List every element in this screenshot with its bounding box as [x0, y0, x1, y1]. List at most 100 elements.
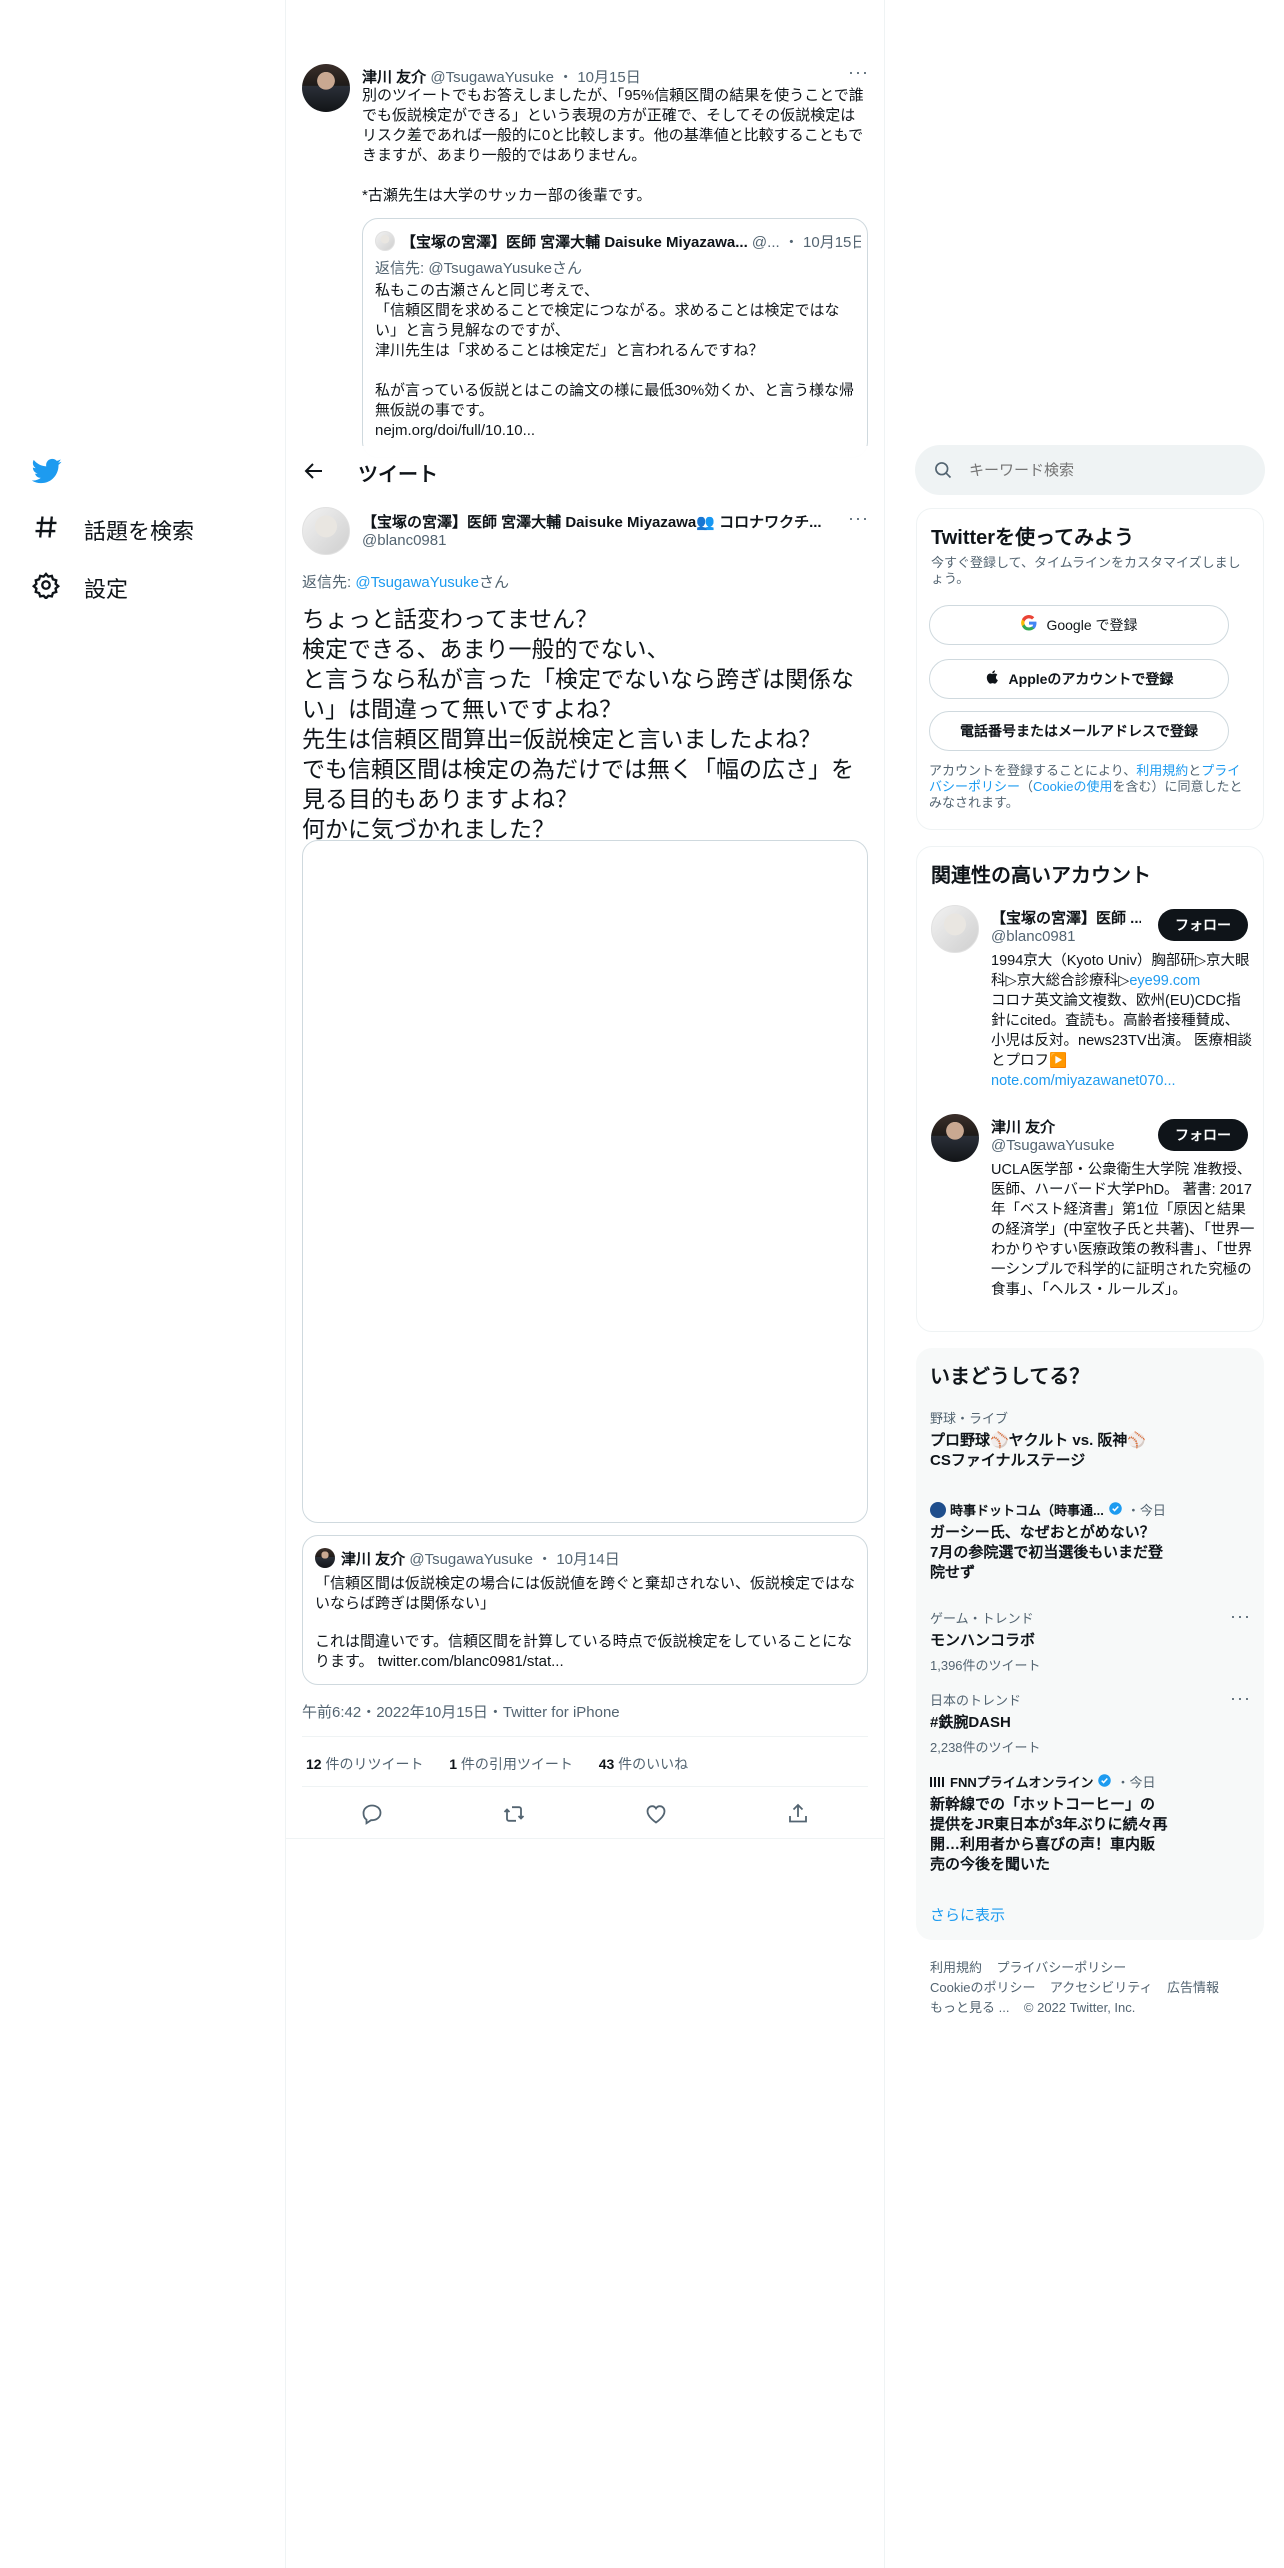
nav-item-label: 設定	[84, 577, 129, 602]
account-handle[interactable]: @TsugawaYusuke	[991, 1137, 1115, 1154]
retweet-icon[interactable]	[502, 1802, 526, 1826]
trend-item[interactable]: 野球・ライブ プロ野球⚾ヤクルト vs. 阪神⚾ CSファイナルステージ	[930, 1408, 1250, 1471]
author-name[interactable]: 津川 友介	[362, 69, 426, 86]
retweet-count[interactable]: 12 件のリツイート	[306, 1756, 423, 1772]
footer-more-link[interactable]: もっと見る ...	[930, 2000, 1009, 2015]
nav-item-settings[interactable]: 設定	[31, 568, 129, 608]
account-name[interactable]: 津川 友介	[991, 1116, 1055, 1137]
footer-link[interactable]: プライバシーポリシー	[996, 1960, 1126, 1975]
trend-item[interactable]: FNNプライムオンライン ・今日 新幹線での「ホットコーヒー」の 提供をJR東日…	[930, 1772, 1250, 1875]
more-icon[interactable]: ···	[1230, 1606, 1251, 1627]
bio-text: 1994京大（Kyoto Univ）胸部研▷京大眼科▷京大総合診療科▷	[991, 953, 1250, 989]
tweet-date[interactable]: 10月15日	[577, 69, 640, 86]
quote-text: 「信頼区間は仮説検定の場合には仮説値を跨ぐと棄却されない、仮説検定ではないならば…	[315, 1575, 856, 1612]
reply-to-handle[interactable]: @TsugawaYusuke	[355, 574, 479, 591]
quote-count[interactable]: 1 件の引用ツイート	[449, 1756, 573, 1772]
signup-terms: アカウントを登録することにより、利用規約とプライバシーポリシー（Cookieの使…	[929, 763, 1251, 811]
like-icon[interactable]	[644, 1802, 668, 1826]
more-icon[interactable]: ···	[848, 62, 869, 83]
author-name[interactable]: 【宝塚の宮澤】医師 宮澤大輔 Daisuke Miyazawa👥 コロナワクチ.…	[362, 511, 822, 532]
separator-dot: ・	[537, 1551, 553, 1568]
trend-source: FNNプライムオンライン ・今日	[930, 1772, 1250, 1791]
news-logo-icon	[930, 1776, 946, 1787]
quote-text: 私もこの古瀬さんと同じ考えで、 「信頼区間を求めることで検定につながる。求めるこ…	[375, 282, 840, 359]
apple-icon	[985, 669, 1001, 689]
trend-count: 2,238件のツイート	[930, 1740, 1041, 1755]
stat-number: 12	[306, 1756, 322, 1772]
trend-item[interactable]: 日本のトレンド #鉄腕DASH 2,238件のツイート	[930, 1690, 1250, 1756]
account-name[interactable]: 【宝塚の宮澤】医師 ...	[991, 907, 1141, 928]
trends-panel: いまどうしてる？ 野球・ライブ プロ野球⚾ヤクルト vs. 阪神⚾ CSファイナ…	[916, 1348, 1264, 1940]
avatar[interactable]	[302, 64, 350, 112]
show-more-link[interactable]: さらに表示	[930, 1904, 1005, 1925]
author-handle[interactable]: @TsugawaYusuke	[430, 69, 554, 86]
source-name: 時事ドットコム（時事通...	[950, 1503, 1104, 1518]
bio-link[interactable]: note.com/miyazawanet070...	[991, 1073, 1176, 1089]
trend-item[interactable]: 時事ドットコム（時事通... ・今日 ガーシー氏、なぜおとがめない？ 7月の参院…	[930, 1500, 1250, 1583]
author-handle[interactable]: @blanc0981	[362, 532, 446, 549]
tweet-timestamp[interactable]: 午前6:42・2022年10月15日・Twitter for iPhone	[302, 1701, 620, 1722]
avatar[interactable]	[302, 507, 350, 555]
account-bio: UCLA医学部・公衆衛生大学院 准教授、医師、ハーバード大学PhD。 著書: 2…	[991, 1162, 1255, 1298]
avatar[interactable]	[931, 905, 979, 953]
google-icon	[1020, 614, 1038, 636]
author-handle: @...	[751, 234, 780, 251]
footer-link[interactable]: 利用規約	[930, 1960, 982, 1975]
stat-label: 件のリツイート	[321, 1756, 424, 1772]
search-box[interactable]	[915, 445, 1265, 495]
hashtag-icon	[32, 513, 60, 547]
relevant-accounts-panel: 関連性の高いアカウント 【宝塚の宮澤】医師 ... @blanc0981 フォロ…	[916, 846, 1264, 1332]
search-input[interactable]	[969, 457, 1249, 483]
quote-tweet-card[interactable]: 【宝塚の宮澤】医師 宮澤大輔 Daisuke Miyazawa... @... …	[362, 218, 868, 458]
bio-text: コロナ英文論文複数、欧州(EU)CDC指針にcited。査読も。高齢者接種賛成、…	[991, 993, 1253, 1069]
like-count[interactable]: 43 件のいいね	[599, 1756, 688, 1772]
share-icon[interactable]	[786, 1802, 810, 1826]
reply-to-handle: @TsugawaYusukeさん	[428, 260, 582, 277]
terms-link[interactable]: 利用規約	[1136, 763, 1188, 778]
trend-source: 時事ドットコム（時事通... ・今日	[930, 1500, 1250, 1519]
tweet-text-note: *古瀬先生は大学のサッカー部の後輩です。	[362, 187, 652, 204]
cookie-link[interactable]: Cookieの使用	[1033, 779, 1112, 794]
footer-link[interactable]: Cookieのポリシー	[930, 1980, 1035, 1995]
trend-category: ゲーム・トレンド	[930, 1611, 1034, 1626]
follow-button[interactable]: フォロー	[1158, 909, 1248, 941]
quote-link: nejm.org/doi/full/10.10...	[375, 422, 536, 439]
reply-icon[interactable]	[360, 1802, 384, 1826]
nav-item-label: 話題を検索	[84, 519, 195, 544]
quote-link: twitter.com/blanc0981/stat...	[377, 1653, 564, 1670]
bio-link[interactable]: eye99.com	[1129, 973, 1200, 989]
trend-title: #鉄腕DASH	[930, 1714, 1011, 1731]
source-time: ・今日	[1126, 1503, 1166, 1518]
divider	[286, 1838, 884, 1839]
trend-title: プロ野球⚾ヤクルト vs. 阪神⚾ CSファイナルステージ	[930, 1432, 1147, 1469]
nav-item-explore[interactable]: 話題を検索	[32, 510, 194, 550]
more-icon[interactable]: ···	[848, 508, 869, 529]
trend-category: 野球・ライブ	[930, 1411, 1009, 1426]
phone-email-signup-button[interactable]: 電話番号またはメールアドレスで登録	[929, 711, 1229, 751]
signup-panel: Twitterを使ってみよう 今すぐ登録して、タイムラインをカスタマイズしましょ…	[916, 508, 1264, 830]
apple-signup-button[interactable]: Appleのアカウントで登録	[929, 659, 1229, 699]
quote-tweet-card[interactable]: 津川 友介 @TsugawaYusuke ・ 10月14日 「信頼区間は仮説検定…	[302, 1535, 868, 1685]
google-signup-button[interactable]: Google で登録	[929, 605, 1229, 645]
twitter-bird-icon[interactable]	[31, 456, 62, 486]
author-name: 【宝塚の宮澤】医師 宮澤大輔 Daisuke Miyazawa...	[401, 234, 748, 251]
terms-text: アカウントを登録することにより、	[929, 763, 1137, 778]
terms-text: と	[1188, 763, 1202, 778]
separator-dot: ・	[558, 69, 574, 86]
footer-link[interactable]: 広告情報	[1167, 1980, 1219, 1995]
trend-category: 日本のトレンド	[930, 1693, 1022, 1708]
header-bar: ツイート	[286, 446, 884, 496]
avatar	[315, 1548, 335, 1568]
trend-item[interactable]: ゲーム・トレンド モンハンコラボ 1,396件のツイート	[930, 1608, 1250, 1674]
media-card[interactable]	[302, 840, 868, 1523]
trend-title: 新幹線での「ホットコーヒー」の 提供をJR東日本が3年ぶりに続々再 開…利用者か…	[930, 1796, 1168, 1873]
more-icon[interactable]: ···	[1230, 1688, 1251, 1709]
avatar[interactable]	[931, 1114, 979, 1162]
arrow-left-icon[interactable]	[302, 459, 326, 483]
follow-button[interactable]: フォロー	[1158, 1119, 1248, 1151]
footer-link[interactable]: アクセシビリティ	[1050, 1980, 1153, 1995]
page-title: ツイート	[358, 464, 438, 486]
news-logo-icon	[930, 1501, 946, 1518]
trends-title: いまどうしてる？	[930, 1366, 1090, 1388]
account-handle[interactable]: @blanc0981	[991, 928, 1075, 945]
